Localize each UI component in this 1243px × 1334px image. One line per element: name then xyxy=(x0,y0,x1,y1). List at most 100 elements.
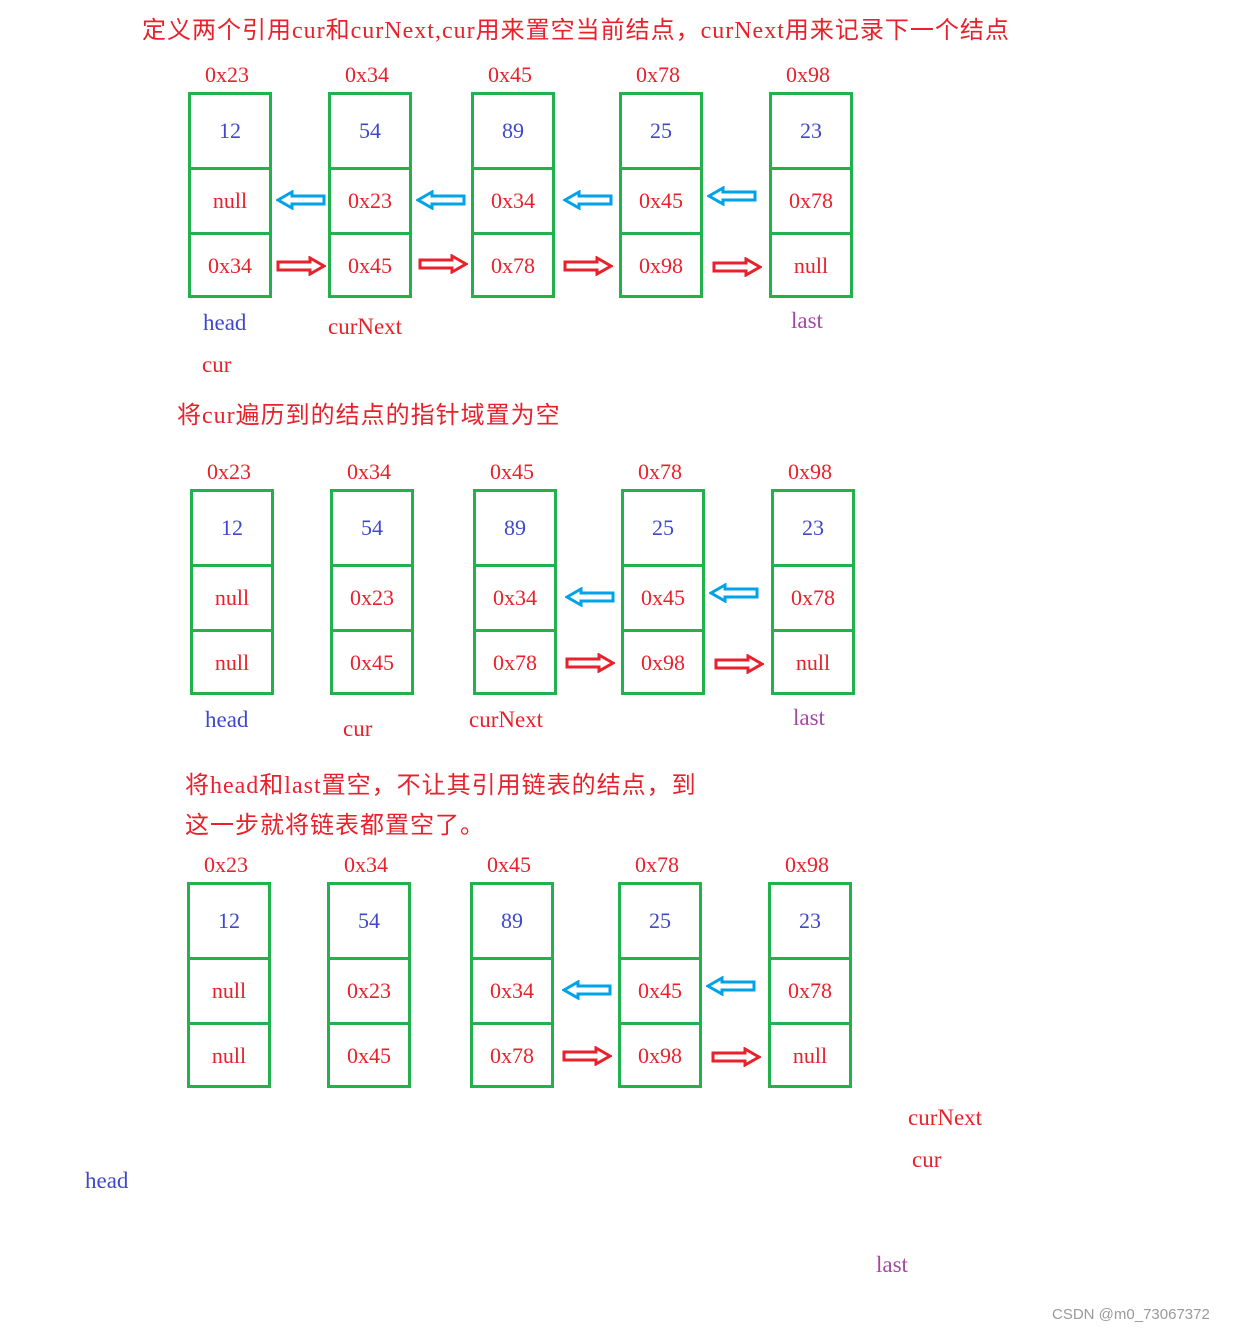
node-divider xyxy=(768,957,852,960)
node-value: 54 xyxy=(358,908,380,933)
list-node: 89 0x34 0x78 xyxy=(471,92,555,298)
node-address: 0x23 xyxy=(204,852,248,877)
node-prev-field: 0x34 xyxy=(493,585,537,610)
next-arrow-icon xyxy=(712,256,764,278)
node-divider xyxy=(188,232,272,235)
list-node: 12 null null xyxy=(190,489,274,695)
node-address: 0x34 xyxy=(344,852,388,877)
next-arrow-icon xyxy=(563,255,615,277)
prev-arrow-icon xyxy=(704,975,756,997)
node-prev-field: 0x45 xyxy=(641,585,685,610)
cur-label: cur xyxy=(912,1147,942,1172)
last-label: last xyxy=(793,705,825,730)
list-node: 25 0x45 0x98 xyxy=(618,882,702,1088)
curnext-label: curNext xyxy=(469,707,544,732)
node-divider xyxy=(473,629,557,632)
node-divider xyxy=(190,629,274,632)
node-divider xyxy=(619,167,703,170)
node-address: 0x45 xyxy=(487,852,531,877)
prev-arrow-icon xyxy=(707,582,759,604)
node-prev-field: 0x23 xyxy=(350,585,394,610)
prev-arrow-icon xyxy=(560,979,612,1001)
node-divider xyxy=(619,232,703,235)
node-address: 0x98 xyxy=(786,62,830,87)
node-divider xyxy=(621,629,705,632)
cur-label: cur xyxy=(202,352,232,377)
node-next-field: null xyxy=(214,650,250,675)
node-address: 0x78 xyxy=(638,459,682,484)
node-next-field: null xyxy=(792,1043,828,1068)
node-divider xyxy=(330,629,414,632)
node-value: 89 xyxy=(504,515,526,540)
next-arrow-icon xyxy=(276,255,328,277)
node-prev-field: 0x34 xyxy=(491,188,535,213)
node-divider xyxy=(187,957,271,960)
node-next-field: null xyxy=(795,650,831,675)
node-next-field: 0x98 xyxy=(641,650,685,675)
caption-step3-line2: 这一步就将链表都置空了。 xyxy=(185,813,485,839)
node-next-field: 0x78 xyxy=(491,253,535,278)
node-value: 54 xyxy=(359,118,381,143)
caption-step2: 将cur遍历到的结点的指针域置为空 xyxy=(177,403,561,429)
node-value: 89 xyxy=(501,908,523,933)
node-divider xyxy=(328,167,412,170)
last-label: last xyxy=(876,1252,908,1277)
node-prev-field: 0x45 xyxy=(638,978,682,1003)
node-divider xyxy=(471,167,555,170)
node-next-field: null xyxy=(211,1043,247,1068)
next-arrow-icon xyxy=(711,1046,763,1068)
prev-arrow-icon xyxy=(563,586,615,608)
node-prev-field: null xyxy=(214,585,250,610)
node-divider xyxy=(618,957,702,960)
prev-arrow-icon xyxy=(705,185,757,207)
next-arrow-icon xyxy=(714,653,766,675)
list-node: 54 0x23 0x45 xyxy=(330,489,414,695)
node-next-field: 0x45 xyxy=(347,1043,391,1068)
node-divider xyxy=(618,1022,702,1025)
head-label: head xyxy=(205,707,249,732)
node-address: 0x23 xyxy=(207,459,251,484)
node-divider xyxy=(190,564,274,567)
node-prev-field: 0x34 xyxy=(490,978,534,1003)
prev-arrow-icon xyxy=(414,189,466,211)
curnext-label: curNext xyxy=(908,1105,983,1130)
node-divider xyxy=(327,1022,411,1025)
node-divider xyxy=(769,232,853,235)
node-value: 12 xyxy=(219,118,241,143)
list-node: 12 null 0x34 xyxy=(188,92,272,298)
list-node: 89 0x34 0x78 xyxy=(473,489,557,695)
node-prev-field: 0x23 xyxy=(348,188,392,213)
node-address: 0x34 xyxy=(347,459,391,484)
node-value: 54 xyxy=(361,515,383,540)
node-address: 0x78 xyxy=(636,62,680,87)
node-value: 23 xyxy=(800,118,822,143)
node-value: 25 xyxy=(650,118,672,143)
node-value: 23 xyxy=(799,908,821,933)
node-address: 0x98 xyxy=(788,459,832,484)
next-arrow-icon xyxy=(565,652,617,674)
node-address: 0x45 xyxy=(490,459,534,484)
caption-step1: 定义两个引用cur和curNext,cur用来置空当前结点，curNext用来记… xyxy=(142,18,1010,44)
node-divider xyxy=(187,1022,271,1025)
node-divider xyxy=(771,564,855,567)
node-divider xyxy=(327,957,411,960)
node-prev-field: 0x23 xyxy=(347,978,391,1003)
node-divider xyxy=(470,1022,554,1025)
node-divider xyxy=(330,564,414,567)
list-node: 23 0x78 null xyxy=(771,489,855,695)
list-node: 54 0x23 0x45 xyxy=(328,92,412,298)
node-value: 12 xyxy=(221,515,243,540)
node-divider xyxy=(470,957,554,960)
node-next-field: 0x98 xyxy=(639,253,683,278)
watermark: CSDN @m0_73067372 xyxy=(1052,1306,1210,1323)
prev-arrow-icon xyxy=(561,189,613,211)
node-address: 0x45 xyxy=(488,62,532,87)
node-prev-field: 0x78 xyxy=(788,978,832,1003)
list-node: 25 0x45 0x98 xyxy=(621,489,705,695)
list-node: 89 0x34 0x78 xyxy=(470,882,554,1088)
node-address: 0x34 xyxy=(345,62,389,87)
node-value: 12 xyxy=(218,908,240,933)
next-arrow-icon xyxy=(562,1045,614,1067)
node-next-field: 0x78 xyxy=(490,1043,534,1068)
node-value: 25 xyxy=(649,908,671,933)
